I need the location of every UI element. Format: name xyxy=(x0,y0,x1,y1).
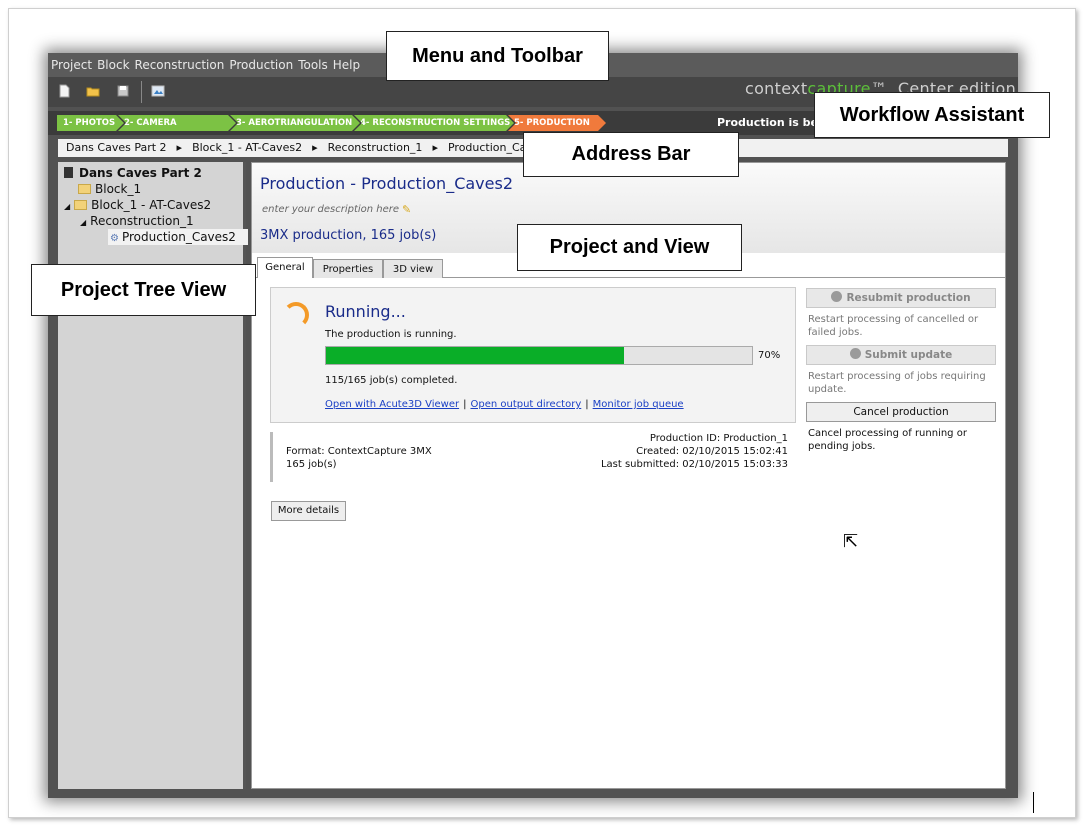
action-links: Open with Acute3D Viewer | Open output dir… xyxy=(325,399,684,410)
menu-tools[interactable]: Tools xyxy=(298,58,328,72)
chevron-right-icon: ▸ xyxy=(312,141,318,154)
cancel-description: Cancel processing of running or pending … xyxy=(808,428,967,452)
resubmit-description: Restart processing of cancelled or faile… xyxy=(808,314,979,338)
status-panel: Running... The production is running. 70… xyxy=(270,287,796,423)
production-id: Production ID: Production_1 xyxy=(649,433,788,444)
viewer-icon[interactable] xyxy=(151,84,165,98)
menu-reconstruction[interactable]: Reconstruction xyxy=(135,58,225,72)
breadcrumb-project[interactable]: Dans Caves Part 2 xyxy=(66,141,167,154)
menu-project[interactable]: Project xyxy=(51,58,92,72)
status-heading: Running... xyxy=(325,302,406,321)
tab-general[interactable]: General xyxy=(257,257,313,278)
cursor-icon: ⇱ xyxy=(843,531,859,552)
callout-project-view: Project and View xyxy=(517,224,742,271)
production-info: Format: ContextCapture 3MX 165 job(s) Pr… xyxy=(270,432,788,482)
callout-address-bar: Address Bar xyxy=(523,132,739,177)
menu-production[interactable]: Production xyxy=(229,58,293,72)
last-submitted-timestamp: Last submitted: 02/10/2015 15:03:33 xyxy=(600,459,788,470)
project-tree: Dans Caves Part 2 Block_1 ◢ Block_1 - AT-… xyxy=(58,162,248,789)
resubmit-production-button[interactable]: Resubmit production xyxy=(806,288,996,308)
new-project-icon[interactable] xyxy=(57,84,71,98)
open-output-directory-link[interactable]: Open output directory xyxy=(470,399,581,410)
submit-update-button[interactable]: Submit update xyxy=(806,345,996,365)
tree-item-reconstruction[interactable]: ◢ Reconstruction_1 xyxy=(80,214,194,228)
menu-help[interactable]: Help xyxy=(333,58,360,72)
page-title: Production - Production_Caves2 xyxy=(260,174,513,193)
open-folder-icon[interactable] xyxy=(86,84,100,98)
description-field[interactable]: enter your description here xyxy=(262,204,399,215)
folder-icon xyxy=(74,200,88,210)
workflow-step-camera-properties[interactable]: 2- CAMERA PROPERTIES xyxy=(118,115,236,131)
cancel-production-button[interactable]: Cancel production xyxy=(806,402,996,422)
submit-update-description: Restart processing of jobs requiring upd… xyxy=(808,371,986,395)
open-viewer-link[interactable]: Open with Acute3D Viewer xyxy=(325,399,459,410)
text-cursor xyxy=(1033,792,1034,813)
pencil-icon[interactable]: ✎ xyxy=(402,203,411,216)
status-message: The production is running. xyxy=(325,329,457,340)
tree-item-block2[interactable]: ◢ Block_1 - AT-Caves2 xyxy=(64,198,211,212)
chevron-right-icon: ▸ xyxy=(432,141,438,154)
refresh-icon xyxy=(849,348,861,359)
project-icon xyxy=(64,167,73,178)
monitor-job-queue-link[interactable]: Monitor job queue xyxy=(593,399,684,410)
tree-item-production[interactable]: ⚙ Production_Caves2 xyxy=(108,229,248,245)
expand-triangle-icon[interactable]: ◢ xyxy=(64,202,70,211)
breadcrumb-reconstruction[interactable]: Reconstruction_1 xyxy=(328,141,423,154)
menu-block[interactable]: Block xyxy=(97,58,129,72)
callout-workflow-assistant: Workflow Assistant xyxy=(814,92,1050,138)
progress-fill xyxy=(326,347,625,364)
format-label: Format: ContextCapture 3MX xyxy=(286,446,432,457)
created-timestamp: Created: 02/10/2015 15:02:41 xyxy=(636,446,788,457)
progress-percent: 70% xyxy=(758,350,781,361)
expand-triangle-icon[interactable]: ◢ xyxy=(80,218,86,227)
callout-project-tree: Project Tree View xyxy=(31,264,256,316)
progress-bar xyxy=(325,346,753,365)
tree-item-project[interactable]: Dans Caves Part 2 xyxy=(64,166,202,180)
folder-icon xyxy=(78,184,91,194)
workflow-step-photos[interactable]: 1- PHOTOS xyxy=(57,115,124,131)
jobs-count: 165 job(s) xyxy=(286,459,337,470)
spinner-icon xyxy=(283,302,309,328)
tab-properties[interactable]: Properties xyxy=(313,259,383,278)
tab-3d-view[interactable]: 3D view xyxy=(383,259,443,278)
production-icon: ⚙ xyxy=(110,233,119,244)
production-subtitle: 3MX production, 165 job(s) xyxy=(260,228,437,243)
tree-item-block1[interactable]: Block_1 xyxy=(78,182,141,196)
chevron-right-icon: ▸ xyxy=(176,141,183,154)
workflow-step-aerotriangulation[interactable]: 3- AEROTRIANGULATION xyxy=(230,115,360,131)
jobs-completed: 115/165 job(s) completed. xyxy=(325,375,458,386)
save-icon[interactable] xyxy=(116,84,130,98)
workflow-step-reconstruction-settings[interactable]: 4- RECONSTRUCTION SETTINGS xyxy=(354,115,514,131)
workflow-step-production[interactable]: 5- PRODUCTION xyxy=(508,115,606,131)
refresh-icon xyxy=(831,291,843,302)
breadcrumb-block[interactable]: Block_1 - AT-Caves2 xyxy=(192,141,302,154)
more-details-button[interactable]: More details xyxy=(271,501,346,521)
callout-menu-toolbar: Menu and Toolbar xyxy=(386,31,609,81)
